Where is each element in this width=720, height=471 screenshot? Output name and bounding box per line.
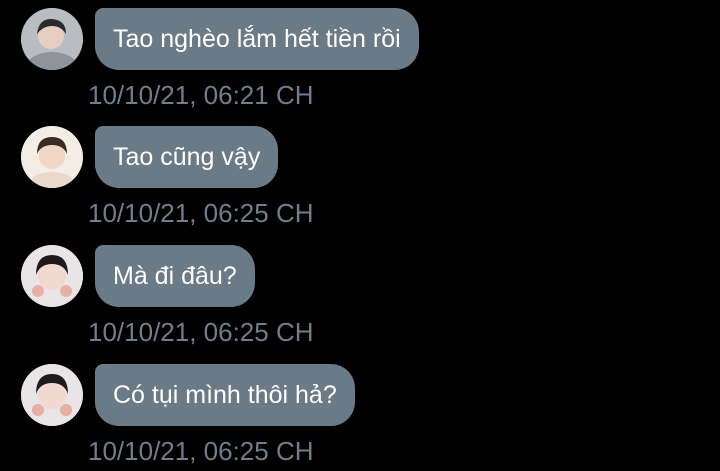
avatar[interactable] xyxy=(21,364,83,426)
avatar[interactable] xyxy=(21,8,83,70)
message-timestamp: 10/10/21, 06:25 CH xyxy=(88,198,314,228)
message-bubble[interactable]: Tao cũng vậy xyxy=(95,126,279,188)
avatar-photo-gray-shirt xyxy=(21,8,83,70)
avatar[interactable] xyxy=(21,245,83,307)
message-text: Có tụi mình thôi hả? xyxy=(113,381,337,409)
message-timestamp: 10/10/21, 06:25 CH xyxy=(88,436,314,466)
avatar-photo-light-hair xyxy=(21,126,83,188)
message-bubble[interactable]: Mà đi đâu? xyxy=(95,245,255,307)
message-bubble[interactable]: Tao nghèo lắm hết tiền rồi xyxy=(95,8,419,70)
message-timestamp: 10/10/21, 06:25 CH xyxy=(88,317,314,347)
avatar[interactable] xyxy=(21,126,83,188)
message-text: Mà đi đâu? xyxy=(113,262,237,290)
chat-thread: Tao nghèo lắm hết tiền rồi 10/10/21, 06:… xyxy=(0,0,720,471)
message-text: Tao cũng vậy xyxy=(113,143,261,171)
avatar-photo-dark-hair xyxy=(21,364,83,426)
message-timestamp: 10/10/21, 06:21 CH xyxy=(88,80,314,110)
message-text: Tao nghèo lắm hết tiền rồi xyxy=(113,25,401,53)
message-bubble[interactable]: Có tụi mình thôi hả? xyxy=(95,364,355,426)
avatar-photo-dark-hair xyxy=(21,245,83,307)
